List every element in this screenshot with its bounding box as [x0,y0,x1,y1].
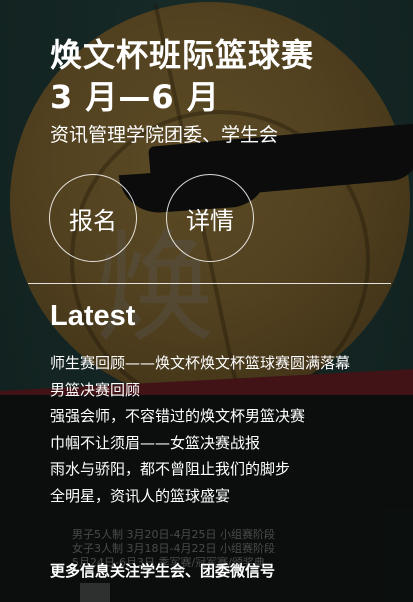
latest-heading: Latest [50,300,136,332]
event-dates: 3 月—6 月 [50,78,220,116]
details-button[interactable]: 详情 [166,174,254,262]
page-title: 焕文杯班际篮球赛 3 月—6 月 [50,34,314,118]
news-link[interactable]: 男篮决赛回顾 [50,377,380,404]
organizer-label: 资讯管理学院团委、学生会 [50,124,279,146]
news-link[interactable]: 巾帼不让须眉——女篮决赛战报 [50,430,380,457]
news-link[interactable]: 师生赛回顾——焕文杯焕文杯篮球赛圆满落幕 [50,350,380,377]
section-divider [28,283,391,284]
news-link[interactable]: 全明星，资讯人的篮球盛宴 [50,483,380,510]
page-content: 焕文杯班际篮球赛 3 月—6 月 资讯管理学院团委、学生会 报名 详情 Late… [0,0,413,602]
signup-button[interactable]: 报名 [49,174,137,262]
news-link[interactable]: 强强会师，不容错过的焕文杯男篮决赛 [50,403,380,430]
news-list: 师生赛回顾——焕文杯焕文杯篮球赛圆满落幕 男篮决赛回顾 强强会师，不容错过的焕文… [50,350,380,510]
news-link[interactable]: 雨水与骄阳，都不曾阻止我们的脚步 [50,456,380,483]
footer-note: 更多信息关注学生会、团委微信号 [50,562,276,580]
event-title: 焕文杯班际篮球赛 [50,36,315,74]
